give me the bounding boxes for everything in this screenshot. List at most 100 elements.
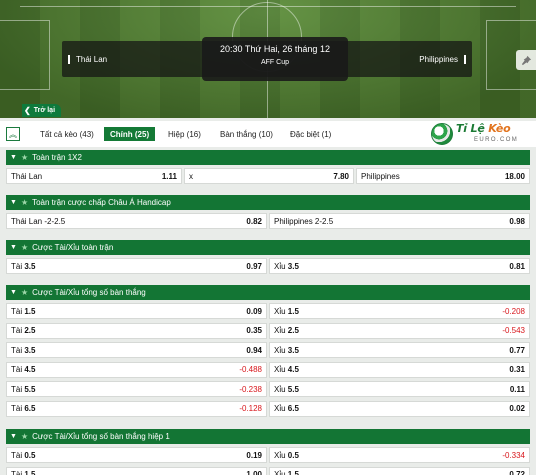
- bet-side: Tài: [11, 404, 23, 413]
- star-icon[interactable]: ★: [21, 288, 28, 297]
- collapse-all-button[interactable]: ︽: [6, 127, 20, 141]
- tab-main[interactable]: Chính (25): [104, 127, 156, 141]
- odds-cell[interactable]: x 7.80: [184, 168, 354, 184]
- odds-row: Thái Lan -2-2.5 0.82 Philippines 2-2.5 0…: [6, 212, 530, 230]
- bet-side: Xỉu: [274, 450, 286, 460]
- odds-value: 0.35: [246, 326, 262, 335]
- odds-cell[interactable]: Thái Lan 1.11: [6, 168, 182, 184]
- bet-side: Xỉu: [274, 345, 286, 355]
- odds-value: 0.31: [509, 365, 525, 374]
- odds-cell[interactable]: Xỉu 1.5 -0.208: [269, 303, 530, 319]
- bet-line: 1.5: [24, 306, 36, 316]
- section-title: Cược Tài/Xỉu tổng số bàn thắng: [32, 288, 146, 297]
- section-header[interactable]: ▼ ★ Toàn trận cược chấp Châu Á Handicap: [6, 195, 530, 210]
- section-header[interactable]: ▼ ★ Cược Tài/Xỉu tổng số bàn thắng: [6, 285, 530, 300]
- section-title: Toàn trận 1X2: [32, 153, 82, 162]
- home-team: Thái Lan: [68, 55, 107, 64]
- site-logo[interactable]: Tỉ Lệ Kèo EURO.COM: [428, 121, 536, 147]
- match-info: 20:30 Thứ Hai, 26 tháng 12 AFF Cup: [202, 37, 348, 81]
- section-title: Toàn trận cược chấp Châu Á Handicap: [32, 198, 171, 207]
- odds-cell[interactable]: Tài 4.5 -0.488: [6, 361, 267, 378]
- bet-side: Tài: [11, 384, 23, 394]
- odds-value: 0.94: [246, 345, 262, 355]
- odds-cell[interactable]: Tài 3.5 0.97: [6, 258, 267, 274]
- market-tabs: ︽ Tất cả kèo (43) Chính (25) Hiệp (16) B…: [0, 121, 536, 147]
- odds-cell[interactable]: Xỉu 1.5 0.72: [269, 466, 530, 475]
- away-team: Philippines: [419, 55, 466, 64]
- odds-cell[interactable]: Xỉu 3.5 0.77: [269, 342, 530, 358]
- star-icon[interactable]: ★: [21, 432, 28, 441]
- odds-cell[interactable]: Philippines 2-2.5 0.98: [269, 213, 530, 229]
- odds-cell[interactable]: Xỉu 4.5 0.31: [269, 361, 530, 378]
- odds-value: 0.77: [509, 345, 525, 355]
- odds-row: Tài 3.5 0.94 Xỉu 3.5 0.77: [6, 341, 530, 359]
- bet-side: Xỉu: [274, 306, 286, 316]
- star-icon[interactable]: ★: [21, 153, 28, 162]
- section-header[interactable]: ▼ ★ Cược Tài/Xỉu toàn trận: [6, 240, 530, 255]
- scoreboard: Thái Lan 20:30 Thứ Hai, 26 tháng 12 AFF …: [62, 37, 472, 81]
- bet-side: Tài: [11, 365, 23, 374]
- football-icon: [431, 123, 453, 145]
- bet-side: Tài: [11, 450, 23, 460]
- odds-cell[interactable]: Xỉu 3.5 0.81: [269, 258, 530, 274]
- section-title: Cược Tài/Xỉu tổng số bàn thắng hiệp 1: [32, 432, 170, 441]
- odds-row: Tài 1.5 0.09 Xỉu 1.5 -0.208: [6, 302, 530, 320]
- back-button[interactable]: ❮ Trở lại: [22, 104, 62, 117]
- odds-row: Tài 5.5 -0.238 Xỉu 5.5 0.11: [6, 380, 530, 398]
- pitch-penalty-box: [0, 20, 50, 90]
- bet-line: 2.5: [287, 326, 299, 335]
- bet-line: 0.5: [287, 450, 299, 460]
- tab-all[interactable]: Tất cả kèo (43): [34, 127, 100, 141]
- odds-cell[interactable]: Tài 5.5 -0.238: [6, 381, 267, 397]
- tab-special[interactable]: Đặc biệt (1): [284, 127, 337, 141]
- pin-button[interactable]: [516, 50, 536, 70]
- odds-value: -0.128: [239, 404, 262, 413]
- odds-value: -0.334: [502, 450, 525, 460]
- star-icon[interactable]: ★: [21, 198, 28, 207]
- odds-cell[interactable]: Xỉu 5.5 0.11: [269, 381, 530, 397]
- odds-cell[interactable]: Xỉu 2.5 -0.543: [269, 322, 530, 339]
- odds-cell[interactable]: Tài 1.5 1.00: [6, 466, 267, 475]
- back-label: Trở lại: [33, 107, 56, 114]
- bet-line: 3.5: [287, 345, 299, 355]
- bet-side: Tài: [11, 326, 23, 335]
- chevron-down-icon: ▼: [10, 154, 17, 161]
- odds-row: Tài 0.5 0.19 Xỉu 0.5 -0.334: [6, 446, 530, 464]
- odds-cell[interactable]: Tài 3.5 0.94: [6, 342, 267, 358]
- bet-line: 5.5: [24, 384, 36, 394]
- bet-line: 3.5: [24, 345, 36, 355]
- section-header[interactable]: ▼ ★ Toàn trận 1X2: [6, 150, 530, 165]
- bet-line: 5.5: [287, 384, 299, 394]
- section-title: Cược Tài/Xỉu toàn trận: [32, 243, 114, 252]
- odds-cell[interactable]: Xỉu 0.5 -0.334: [269, 447, 530, 463]
- tab-goals[interactable]: Bàn thắng (10): [214, 127, 279, 141]
- chevron-down-icon: ▼: [10, 199, 17, 206]
- bet-side: Xỉu: [274, 384, 286, 394]
- odds-cell[interactable]: Tài 0.5 0.19: [6, 447, 267, 463]
- section-header[interactable]: ▼ ★ Cược Tài/Xỉu tổng số bàn thắng hiệp …: [6, 429, 530, 444]
- bet-side: Tài: [11, 306, 23, 316]
- odds-value: -0.543: [502, 326, 525, 335]
- odds-cell[interactable]: Thái Lan -2-2.5 0.82: [6, 213, 267, 229]
- chevron-down-icon: ▼: [10, 289, 17, 296]
- odds-row: Tài 3.5 0.97 Xỉu 3.5 0.81: [6, 257, 530, 275]
- bet-side: Tài: [11, 470, 23, 475]
- odds-cell[interactable]: Philippines 18.00: [356, 168, 530, 184]
- odds-cell[interactable]: Tài 2.5 0.35: [6, 322, 267, 339]
- logo-subtext: EURO.COM: [474, 137, 519, 143]
- collapse-up-icon: ︽: [9, 129, 17, 139]
- pin-icon: [521, 55, 531, 65]
- odds-cell[interactable]: Tài 1.5 0.09: [6, 303, 267, 319]
- odds-value: -0.208: [502, 306, 525, 316]
- competition: AFF Cup: [260, 59, 289, 66]
- bet-line: 0.5: [24, 450, 36, 460]
- odds-cell[interactable]: Tài 6.5 -0.128: [6, 400, 267, 417]
- odds-value: 1.00: [246, 470, 262, 475]
- bet-line: 6.5: [24, 404, 36, 413]
- tab-half[interactable]: Hiệp (16): [162, 127, 207, 141]
- star-icon[interactable]: ★: [21, 243, 28, 252]
- odds-cell[interactable]: Xỉu 6.5 0.02: [269, 400, 530, 417]
- bet-side: Xỉu: [274, 326, 286, 335]
- odds-value: 0.02: [509, 404, 525, 413]
- chevron-down-icon: ▼: [10, 433, 17, 440]
